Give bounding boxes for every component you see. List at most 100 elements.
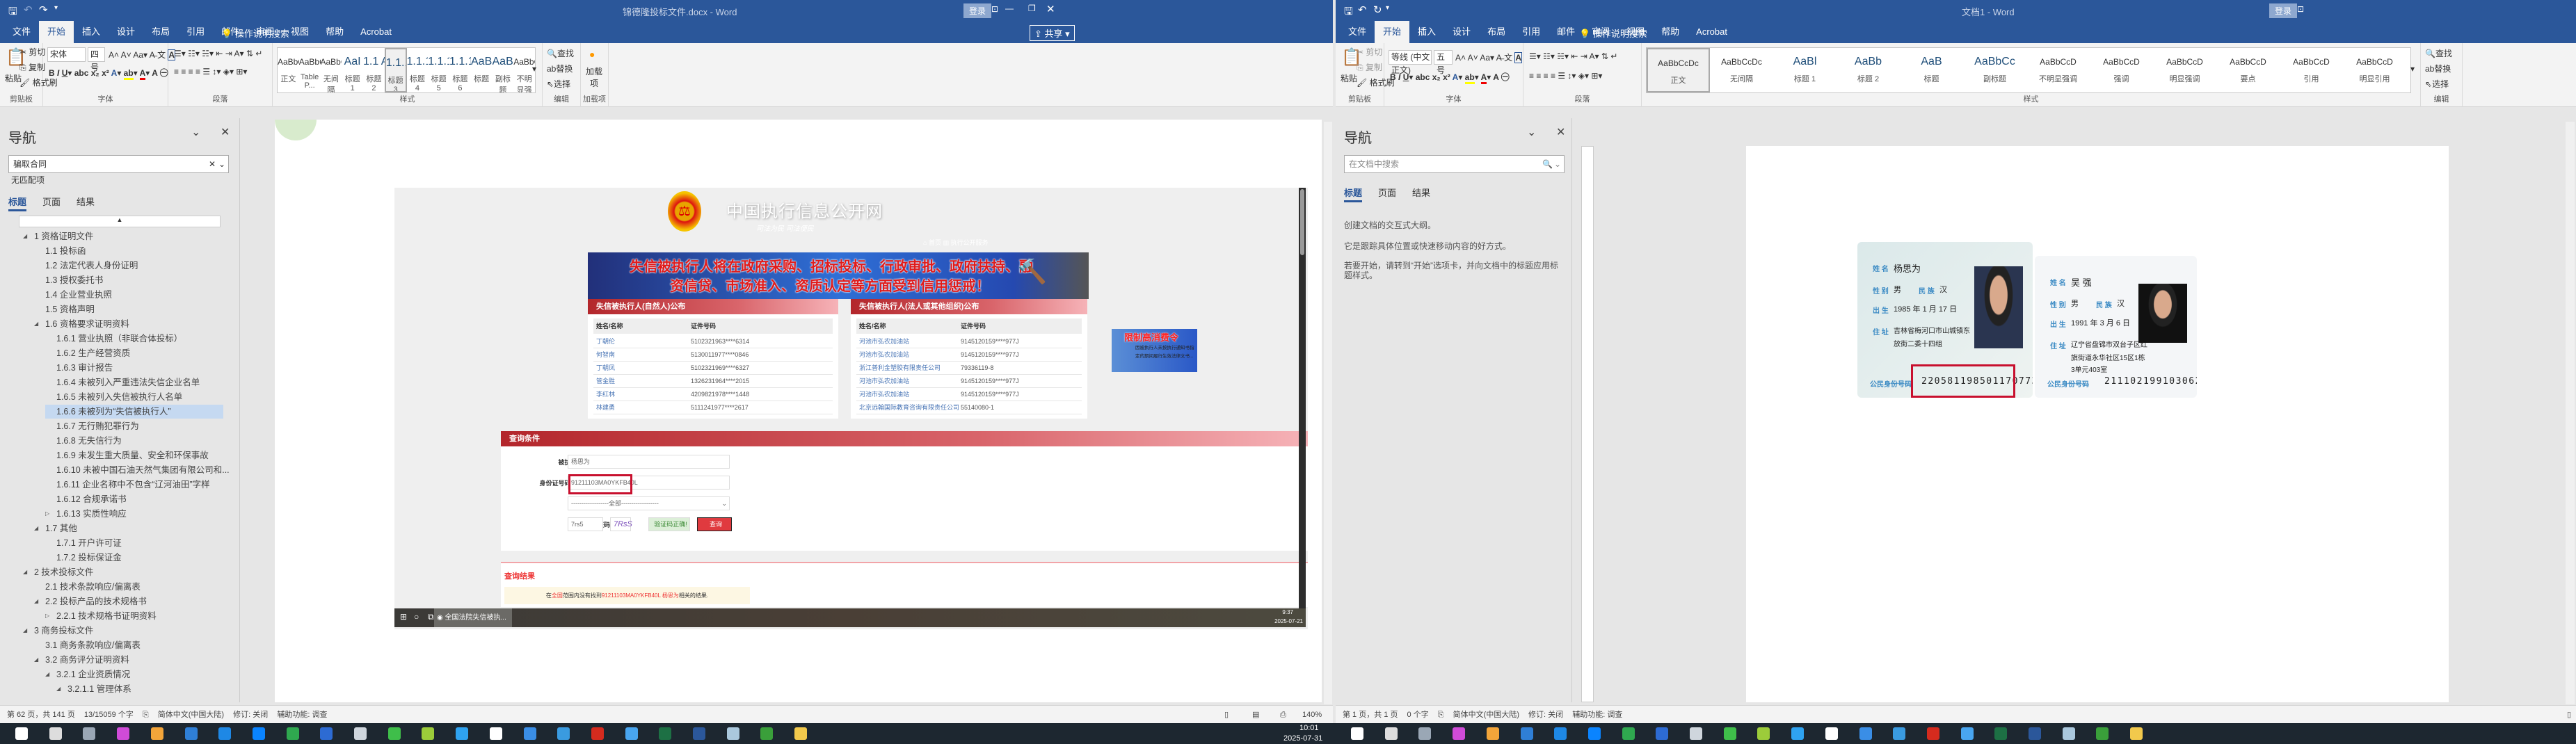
style-10[interactable]: AaBbC 副标题 xyxy=(493,48,514,92)
copy-button[interactable]: ⎘ 复制 xyxy=(1357,61,1382,73)
paste-button[interactable]: 粘贴 xyxy=(1341,72,1357,84)
style-10[interactable]: AaBbCcD 引用 xyxy=(2280,48,2343,92)
tab-1[interactable]: 开始 xyxy=(39,21,74,43)
font-name-combo[interactable]: 等线 (中文正文) xyxy=(1389,50,1432,75)
nav-heading-item[interactable]: 1.6.6 未被列为“失信被执行人” xyxy=(45,405,223,419)
login-button[interactable]: 登录 xyxy=(2269,3,2298,18)
expand-toggle-icon[interactable]: ◢ xyxy=(23,624,27,638)
search-app-icon[interactable] xyxy=(1960,727,1974,740)
style-3[interactable]: AaI 标题 1 xyxy=(342,48,363,92)
format-buttons[interactable]: B I U▾ abc x₂ x² A▾ ab▾ A▾ A ㊀ xyxy=(49,67,168,80)
nav-heading-item[interactable]: ◢ 2.2 投标产品的技术规格书 xyxy=(34,595,147,608)
language[interactable]: 简体中文(中国大陆) xyxy=(1453,711,1519,719)
tab-1[interactable]: 开始 xyxy=(1375,21,1410,43)
login-button[interactable]: 登录 xyxy=(963,3,992,18)
nav-tab-1[interactable]: 页面 xyxy=(1378,186,1396,199)
vertical-scrollbar[interactable] xyxy=(1324,122,1332,704)
proofing-icon[interactable]: ⎘ xyxy=(143,711,149,719)
acrobat-icon[interactable] xyxy=(591,727,604,740)
style-9[interactable]: AaBbCcD 要点 xyxy=(2216,48,2280,92)
style-9[interactable]: AaB 标题 xyxy=(471,48,493,92)
track-changes[interactable]: 修订: 关闭 xyxy=(233,711,268,719)
row-name-link[interactable]: 河池市弘农加油站 xyxy=(859,335,909,348)
nav-options-icon[interactable]: ⌄ xyxy=(191,125,200,139)
search-options-icon[interactable]: ⌄ xyxy=(218,156,225,172)
excel-icon[interactable] xyxy=(659,727,672,740)
row-name-link[interactable]: 河池市弘农加油站 xyxy=(859,375,909,388)
nav-heading-item[interactable]: ◢ 2 技术投标文件 xyxy=(23,565,93,579)
glass-app-icon[interactable] xyxy=(2062,727,2075,740)
green-circle-app-icon[interactable] xyxy=(422,727,435,740)
nav-heading-item[interactable]: 1.5 资格声明 xyxy=(34,302,95,316)
acrobat-icon[interactable] xyxy=(1926,727,1939,740)
search-options-icon[interactable]: ⌄ xyxy=(1554,156,1561,172)
row-name-link[interactable]: 丁朝凤 xyxy=(596,362,615,375)
nav-heading-item[interactable]: ◢ 3.2.1 企业资质情况 xyxy=(45,668,130,681)
copy-button[interactable]: ⎘ 复制 xyxy=(19,61,45,73)
style-8[interactable]: AaBbCcD 明显强调 xyxy=(2153,48,2216,92)
nav-heading-item[interactable]: 1.6.10 未被中国石油天然气集团有限公司和... xyxy=(45,463,230,477)
font-size-combo[interactable]: 四号 xyxy=(88,47,105,72)
read-mode-icon[interactable]: ▯ xyxy=(2567,706,2571,723)
nav-heading-item[interactable]: 1.6.12 合规承诺书 xyxy=(45,492,127,506)
list-buttons[interactable]: ☰▾ ☷▾ ☵▾ ⇤ ⇥ A▾ ⇅ ↵ xyxy=(1529,51,1617,61)
list-buttons[interactable]: ☰▾ ☷▾ ☵▾ ⇤ ⇥ A▾ ⇅ ↵ xyxy=(174,49,262,58)
nav-heading-item[interactable]: 1.1 投标函 xyxy=(34,244,86,258)
accessibility[interactable]: 辅助功能: 调查 xyxy=(1572,711,1622,719)
vertical-scrollbar[interactable] xyxy=(2566,122,2575,704)
expand-toggle-icon[interactable]: ◢ xyxy=(34,317,38,331)
nav-search-input[interactable]: 骗取合同 ✕ ⌄ xyxy=(8,155,229,173)
track-changes[interactable]: 修订: 关闭 xyxy=(1528,711,1563,719)
zoom-level[interactable]: 140% xyxy=(1302,706,1322,723)
file-explorer-icon[interactable] xyxy=(794,727,808,740)
tab-10[interactable]: Acrobat xyxy=(1688,21,1736,43)
format-buttons[interactable]: B I U▾ abc x₂ x² A▾ ab▾ A▾ A ㊀ xyxy=(1390,71,1510,84)
expand-toggle-icon[interactable]: ◢ xyxy=(34,595,38,608)
green-j-app-icon[interactable] xyxy=(760,727,774,740)
inner-taskview-icon[interactable]: ⧉ xyxy=(428,612,434,622)
expand-toggle-icon[interactable]: ◢ xyxy=(23,565,27,579)
circle-app-icon[interactable] xyxy=(252,727,265,740)
print-layout-icon[interactable]: ▤ xyxy=(1252,706,1259,723)
green-app-icon[interactable] xyxy=(286,727,299,740)
orange-app-icon[interactable] xyxy=(150,727,163,740)
tab-2[interactable]: 插入 xyxy=(1409,21,1444,43)
row-name-link[interactable]: 丁朝伦 xyxy=(596,335,615,348)
browser-app-icon[interactable] xyxy=(1859,727,1872,740)
nav-heading-item[interactable]: ◢ 3.2.1.1 管理体系 xyxy=(56,682,131,696)
style-6[interactable]: AaBbCcD 不明显强调 xyxy=(2026,48,2090,92)
task-view-icon[interactable] xyxy=(83,727,96,740)
tab-0[interactable]: 文件 xyxy=(1340,21,1375,43)
style-1[interactable]: AaBbCcDc Table P... xyxy=(299,48,321,92)
ie-app-icon[interactable] xyxy=(320,727,333,740)
vertical-ruler[interactable] xyxy=(1581,146,1594,702)
row-name-link[interactable]: 浙江普利金塑胶有限责任公司 xyxy=(859,362,941,375)
wechat-icon[interactable] xyxy=(387,727,401,740)
style-7[interactable]: 1.1.1.1.1 标题 5 xyxy=(428,48,449,92)
search-app-icon[interactable] xyxy=(625,727,638,740)
nav-heading-item[interactable]: ◢ 3 商务投标文件 xyxy=(23,624,93,638)
addins-icon[interactable]: ● xyxy=(589,49,595,60)
nav-heading-item[interactable]: 1.6.7 无行贿犯罪行为 xyxy=(45,419,139,433)
cut-button[interactable]: ✂ 剪切 xyxy=(19,46,45,58)
nav-heading-item[interactable]: 1.3 授权委托书 xyxy=(34,273,103,287)
style-5[interactable]: AaBbCc 副标题 xyxy=(1963,48,2026,92)
customize-qat-icon[interactable]: ▾ xyxy=(54,4,58,12)
row-name-link[interactable]: 河池市弘农加油站 xyxy=(859,348,909,362)
captcha-image[interactable]: 7RsS xyxy=(610,517,632,531)
save-icon[interactable]: 🖫 xyxy=(8,4,17,22)
style-2[interactable]: AaBbCcDdI 无间隔 xyxy=(321,48,342,92)
tab-3[interactable]: 设计 xyxy=(1444,21,1479,43)
tab-10[interactable]: Acrobat xyxy=(352,21,400,43)
accessibility[interactable]: 辅助功能: 调查 xyxy=(277,711,327,719)
tab-4[interactable]: 布局 xyxy=(143,21,178,43)
restore-icon[interactable]: ❐ xyxy=(1028,3,1036,13)
name-input[interactable]: 杨思为 xyxy=(568,455,730,469)
nav-service-link[interactable]: 执行公开服务 xyxy=(950,239,988,246)
row-name-link[interactable]: 李红林 xyxy=(596,388,615,401)
row-name-link[interactable]: 北京远翰国际教育咨询有限责任公司 xyxy=(859,401,959,414)
inner-start-icon[interactable]: ⊞ xyxy=(400,612,407,622)
nav-tab-0[interactable]: 标题 xyxy=(8,195,26,208)
word-count[interactable]: 0 个字 xyxy=(1407,711,1429,719)
nav-heading-item[interactable]: 1.7.2 投标保证金 xyxy=(45,551,122,565)
